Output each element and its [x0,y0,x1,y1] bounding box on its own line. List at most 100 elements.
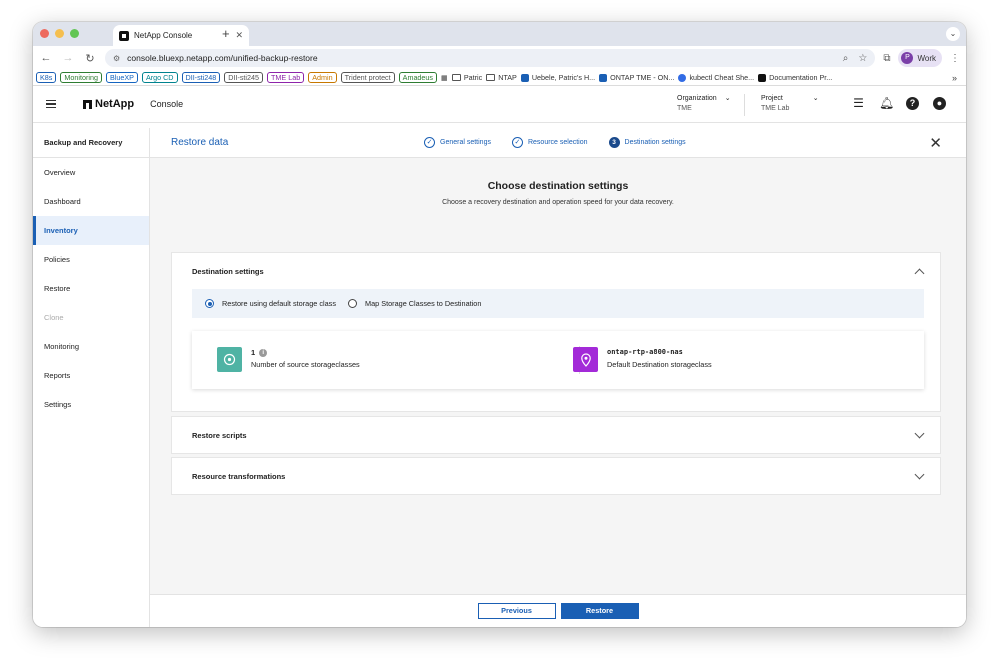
maximize-window-button[interactable] [70,29,79,38]
organization-label: Organization [677,95,717,102]
bookmark-label: NTAP [498,73,517,82]
chevron-down-icon: ⌄ [812,95,819,102]
sidebar-item-reports[interactable]: Reports [33,361,149,390]
bookmark-label: ONTAP TME - ON... [610,73,675,82]
sidebar-item-inventory[interactable]: Inventory [33,216,149,245]
close-window-button[interactable] [40,29,49,38]
sidebar-item-monitoring[interactable]: Monitoring [33,332,149,361]
close-icon[interactable]: ✕ [929,134,942,152]
storage-class-options: Restore using default storage class Map … [192,289,924,318]
bookmark-chip[interactable]: Amadeus [398,72,438,83]
address-bar[interactable]: ⚙ console.bluexp.netapp.com/unified-back… [105,49,876,67]
step-general-settings[interactable]: ✓ General settings [424,137,491,148]
section-subheading: Choose a recovery destination and operat… [442,199,674,206]
organization-selector[interactable]: Organization ⌄ TME [677,94,731,114]
confluence-icon [599,73,608,82]
check-circle-icon: ✓ [511,137,523,148]
previous-button[interactable]: Previous [477,603,556,619]
more-bookmarks-icon[interactable]: » [952,73,963,83]
sidebar-title: Backup and Recovery [33,128,149,158]
resource-transformations-panel[interactable]: Resource transformations [171,457,941,495]
back-arrow-icon[interactable]: ← [39,52,53,64]
radio-button-checked[interactable] [205,299,214,308]
bookmark-chip[interactable]: BlueXP [105,72,138,83]
workloads-icon[interactable]: ☰ [852,97,865,110]
apps-grid-icon[interactable]: ▦ [441,73,448,82]
project-value: TME Lab [761,105,790,112]
site-settings-icon[interactable]: ⚙ [113,54,120,63]
reload-icon[interactable]: ↻ [83,52,97,65]
sidebar-item-overview[interactable]: Overview [33,158,149,187]
check-circle-icon: ✓ [424,137,435,148]
chevron-down-icon[interactable] [914,428,925,439]
radio-map-storage-classes[interactable]: Map Storage Classes to Destination [347,299,481,308]
bookmark-folder-ntap[interactable]: NTAP [486,73,517,82]
bookmark-label: Patric [463,73,483,82]
bookmark-chip[interactable]: K8s [36,72,57,83]
bookmark-chip[interactable]: DII-sti248 [181,72,221,83]
main-content: Restore data ✓ General settings ✓ Resour… [150,128,966,627]
sidebar-item-policies[interactable]: Policies [33,245,149,274]
chevron-up-icon[interactable] [914,268,925,279]
step-label: General settings [440,139,491,146]
notifications-bell-icon[interactable]: 🔔︎ [879,97,894,110]
forward-arrow-icon[interactable]: → [61,52,75,64]
chevron-down-icon[interactable] [914,469,925,480]
user-account-icon[interactable]: ● [933,97,946,110]
sidebar-item-restore[interactable]: Restore [33,274,149,303]
new-tab-button[interactable]: + [222,26,230,41]
app-body: Backup and Recovery Overview Dashboard I… [33,128,966,627]
bookmark-folder-patric[interactable]: Patric [451,73,483,82]
tab-strip: NetApp Console ✕ + ⌄ [33,22,966,46]
restore-scripts-panel[interactable]: Restore scripts [171,416,941,454]
bookmark-star-icon[interactable]: ☆ [858,53,867,64]
tab-close-icon[interactable]: ✕ [235,30,243,41]
wizard-steps: ✓ General settings ✓ Resource selection … [424,137,686,148]
logo-text: NetApp [95,98,135,110]
url-text[interactable]: console.bluexp.netapp.com/unified-backup… [127,53,843,63]
bookmark-documentation[interactable]: Documentation Pr... [758,73,832,82]
bookmark-chip[interactable]: DII-sti245 [224,72,264,83]
browser-menu-icon[interactable]: ⋮ [950,53,960,64]
sidebar: Backup and Recovery Overview Dashboard I… [33,128,150,627]
source-storageclass-stat: 1i Number of source storageclasses [217,347,360,372]
bookmark-chip[interactable]: Argo CD [141,72,178,83]
info-icon[interactable]: i [259,348,268,357]
bookmark-kubectl[interactable]: kubectl Cheat She... [678,73,754,82]
help-icon[interactable]: ? [906,97,919,110]
radio-button[interactable] [347,299,357,308]
restore-button[interactable]: Restore [560,603,639,619]
destination-settings-panel: Destination settings Restore using defau… [171,252,941,412]
bookmark-chip[interactable]: TME Lab [267,72,305,83]
project-selector[interactable]: Project ⌄ TME Lab [761,94,819,114]
hamburger-menu-icon[interactable] [46,99,56,109]
step-destination-settings[interactable]: 3 Destination settings [608,137,686,148]
bookmark-label: Uebele, Patric's H... [531,73,596,82]
browser-toolbar: ← → ↻ ⚙ console.bluexp.netapp.com/unifie… [33,46,966,70]
bookmark-chip[interactable]: Monitoring [60,72,102,83]
bookmark-uebele[interactable]: Uebele, Patric's H... [520,73,596,82]
profile-button[interactable]: P Work [898,49,942,67]
folder-icon [486,74,496,81]
project-label: Project [761,95,783,102]
browser-window: NetApp Console ✕ + ⌄ ← → ↻ ⚙ console.blu… [33,22,966,627]
panel-title: Resource transformations [192,472,286,481]
netapp-logo[interactable]: NetApp [83,98,134,110]
step-label: Resource selection [527,139,588,146]
bookmark-label: kubectl Cheat She... [689,73,755,82]
source-count: 1 [251,348,256,357]
panel-title: Restore scripts [192,431,247,440]
step-resource-selection[interactable]: ✓ Resource selection [511,137,588,148]
source-label: Number of source storageclasses [251,360,360,369]
bookmark-ontap[interactable]: ONTAP TME - ON... [599,73,674,82]
minimize-window-button[interactable] [55,29,64,38]
sidebar-item-settings[interactable]: Settings [33,390,149,419]
tab-search-chevron-icon[interactable]: ⌄ [946,27,960,41]
sidebar-item-dashboard[interactable]: Dashboard [33,187,149,216]
zoom-icon[interactable]: ⌕ [843,53,849,64]
extensions-icon[interactable]: ⧉ [883,53,890,64]
bookmark-chip[interactable]: Trident protect [340,72,395,83]
radio-default-storage-class[interactable]: Restore using default storage class [205,299,336,308]
wizard-footer: Previous Restore [150,594,966,627]
bookmark-chip[interactable]: Admin [308,72,337,83]
